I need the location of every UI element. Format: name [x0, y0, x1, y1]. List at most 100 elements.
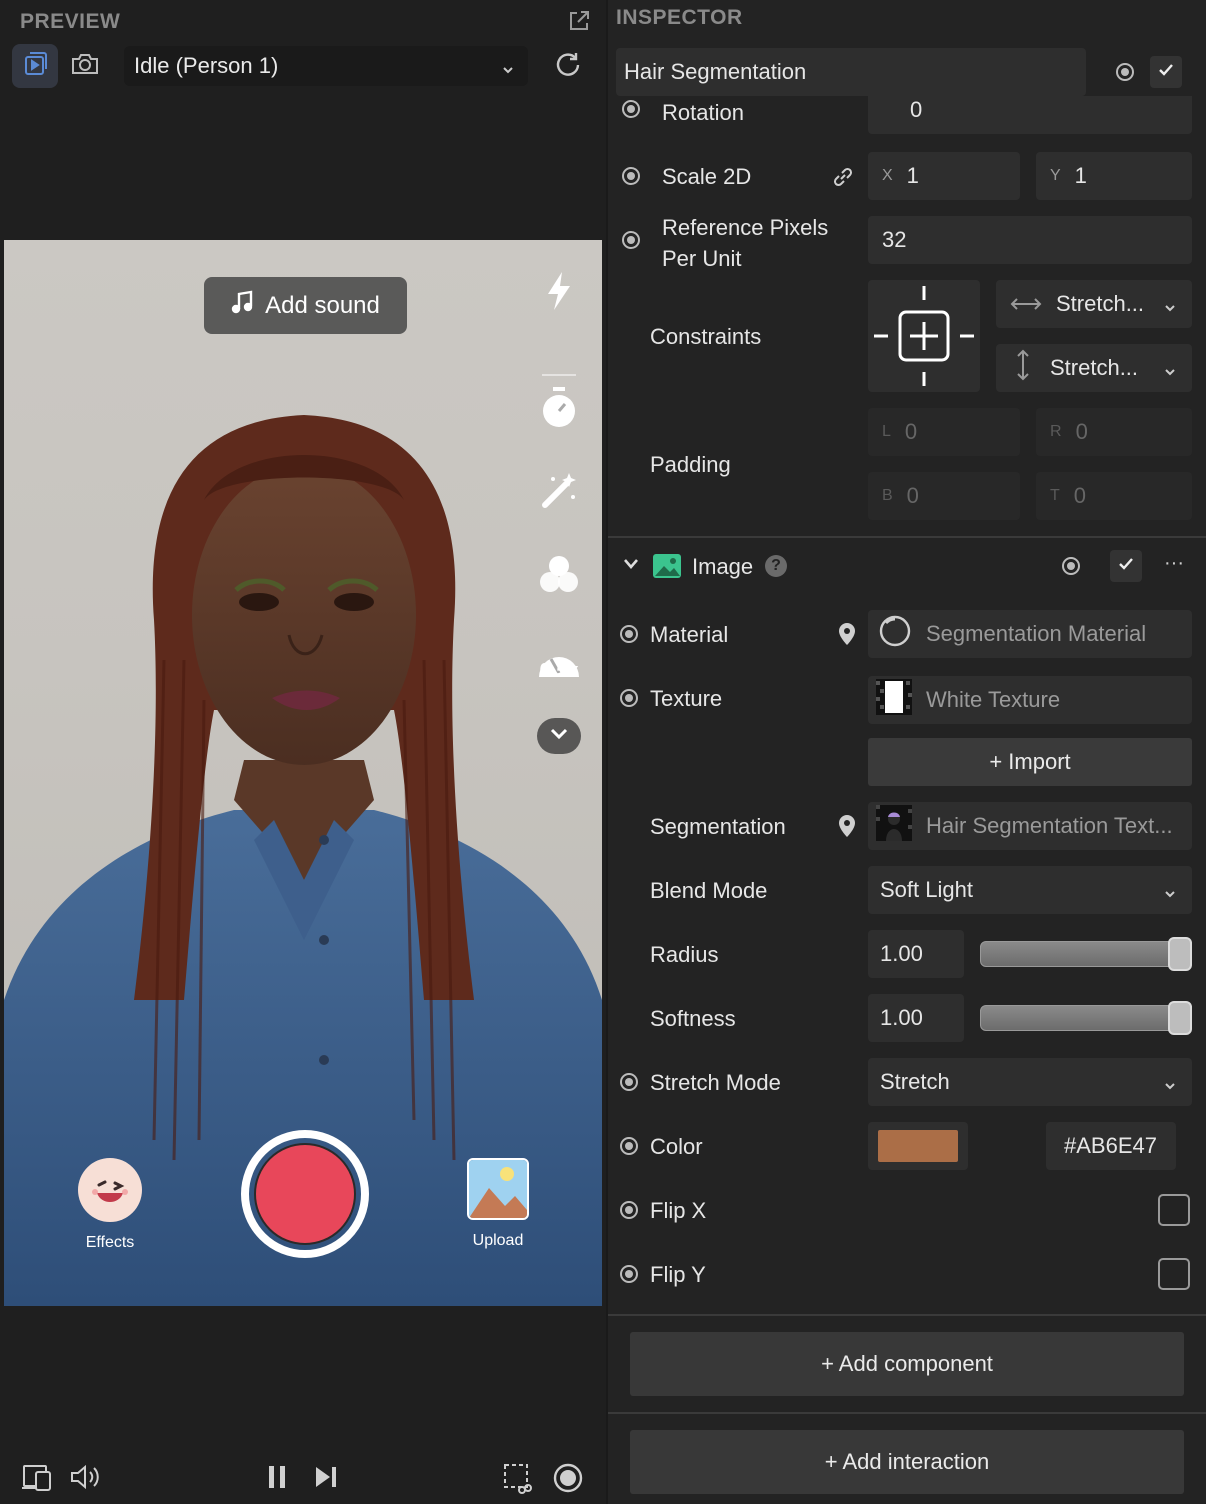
material-icon [878, 614, 912, 654]
padding-bottom-field[interactable]: B 0 [868, 472, 1020, 520]
chevron-down-icon [1162, 360, 1178, 386]
rotation-keyframe-toggle[interactable] [622, 100, 640, 118]
image-component-title: Image [692, 554, 754, 579]
ref-pixels-field[interactable]: 32 [868, 216, 1192, 264]
record-button-inner [254, 1143, 356, 1245]
flipx-keyframe-toggle[interactable] [620, 1201, 638, 1219]
add-component-button[interactable]: + Add component [630, 1332, 1184, 1396]
padding-top-field[interactable]: T 0 [1036, 472, 1192, 520]
color-swatch [878, 1130, 958, 1162]
texture-field[interactable]: White Texture [868, 676, 1192, 724]
padding-bottom-axis: B [882, 487, 893, 504]
record-button[interactable] [241, 1130, 369, 1258]
object-name-field[interactable]: Hair Segmentation [616, 48, 1086, 96]
add-sound-button[interactable]: Add sound [204, 277, 407, 334]
softness-slider-thumb[interactable] [1168, 1001, 1192, 1035]
constraints-widget[interactable] [868, 280, 980, 392]
checkmark-icon [1118, 557, 1134, 576]
texture-label: Texture [650, 686, 723, 711]
flash-icon[interactable] [534, 266, 584, 316]
locate-pin-icon[interactable] [836, 814, 858, 843]
padding-left-field[interactable]: L 0 [868, 408, 1020, 456]
texture-value: White Texture [926, 687, 1061, 712]
rotation-field[interactable]: 0 [868, 96, 1192, 134]
color-keyframe-toggle[interactable] [620, 1137, 638, 1155]
record-icon[interactable] [552, 1462, 584, 1499]
step-forward-icon[interactable] [312, 1462, 340, 1497]
scale-y-field[interactable]: Y 1 [1036, 152, 1192, 200]
more-options-button[interactable] [537, 718, 581, 754]
capture-region-icon[interactable] [502, 1462, 536, 1499]
scale-y-axis: Y [1050, 167, 1061, 184]
segmentation-field[interactable]: Hair Segmentation Text... [868, 802, 1192, 850]
add-sound-label: Add sound [265, 291, 380, 319]
timer-icon[interactable] [534, 382, 584, 432]
blend-mode-select[interactable]: Soft Light [868, 866, 1192, 914]
chevron-down-icon [1162, 296, 1178, 322]
camera-viewport: Add sound 0.5x Effects Upload [4, 240, 602, 1306]
ref-pixels-keyframe-toggle[interactable] [622, 231, 640, 249]
material-value: Segmentation Material [926, 621, 1147, 646]
softness-field[interactable]: 1.00 [868, 994, 964, 1042]
external-window-icon[interactable] [566, 8, 592, 34]
help-icon[interactable]: ? [765, 555, 787, 577]
collapse-chevron-icon[interactable] [622, 556, 640, 577]
visibility-toggle[interactable] [1116, 63, 1134, 81]
magic-wand-icon[interactable] [534, 466, 584, 516]
material-label: Material [650, 622, 729, 647]
softness-slider[interactable] [980, 1005, 1192, 1031]
ref-pixels-label: Reference Pixels Per Unit [662, 212, 828, 274]
more-options-icon[interactable]: ··· [1164, 552, 1184, 575]
stretch-keyframe-toggle[interactable] [620, 1073, 638, 1091]
volume-icon[interactable] [68, 1462, 102, 1497]
constraint-horizontal-select[interactable]: Stretch... [996, 280, 1192, 328]
padding-top-axis: T [1050, 487, 1060, 504]
scale-x-axis: X [882, 167, 893, 184]
white-texture-thumbnail [876, 679, 912, 721]
locate-pin-icon[interactable] [836, 622, 858, 651]
ref-pixels-value: 32 [882, 227, 907, 252]
person-select[interactable]: Idle (Person 1) [124, 46, 528, 86]
padding-bottom-value: 0 [906, 483, 919, 508]
scale-x-field[interactable]: X 1 [868, 152, 1020, 200]
preview-mode-button[interactable] [12, 44, 58, 88]
color-swatch-field[interactable] [868, 1122, 968, 1170]
refresh-icon[interactable] [552, 50, 584, 87]
image-enabled-checkbox[interactable] [1110, 550, 1142, 582]
stretch-mode-select[interactable]: Stretch [868, 1058, 1192, 1106]
padding-right-value: 0 [1075, 419, 1088, 444]
constraint-vertical-select[interactable]: Stretch... [996, 344, 1192, 392]
inspector-title: INSPECTOR [616, 6, 743, 29]
radius-field[interactable]: 1.00 [868, 930, 964, 978]
scale-label: Scale 2D [662, 164, 752, 189]
pause-icon[interactable] [264, 1462, 292, 1497]
rotation-value: 0 [910, 97, 923, 122]
effects-button[interactable]: Effects [60, 1158, 160, 1252]
filters-icon[interactable] [534, 550, 584, 600]
effects-label: Effects [85, 1234, 135, 1251]
enabled-checkbox[interactable] [1150, 56, 1182, 88]
material-keyframe-toggle[interactable] [620, 625, 638, 643]
padding-right-field[interactable]: R 0 [1036, 408, 1192, 456]
scale-keyframe-toggle[interactable] [622, 167, 640, 185]
flip-x-checkbox[interactable] [1158, 1194, 1190, 1226]
material-field[interactable]: Segmentation Material [868, 610, 1192, 658]
link-icon[interactable] [832, 166, 854, 193]
softness-label: Softness [650, 1006, 736, 1031]
camera-button[interactable] [62, 44, 108, 88]
radius-value: 1.00 [880, 941, 923, 966]
radius-slider-thumb[interactable] [1168, 937, 1192, 971]
image-visibility-toggle[interactable] [1062, 557, 1080, 575]
color-label: Color [650, 1134, 703, 1159]
radius-label: Radius [650, 942, 719, 967]
radius-slider[interactable] [980, 941, 1192, 967]
constraint-vertical-value: Stretch... [1050, 355, 1139, 380]
color-hex-field[interactable]: #AB6E47 [1046, 1122, 1176, 1170]
flipy-keyframe-toggle[interactable] [620, 1265, 638, 1283]
device-icon[interactable] [20, 1462, 54, 1497]
flip-y-checkbox[interactable] [1158, 1258, 1190, 1290]
import-button[interactable]: + Import [868, 738, 1192, 786]
texture-keyframe-toggle[interactable] [620, 689, 638, 707]
upload-button[interactable]: Upload [448, 1158, 548, 1250]
add-interaction-button[interactable]: + Add interaction [630, 1430, 1184, 1494]
